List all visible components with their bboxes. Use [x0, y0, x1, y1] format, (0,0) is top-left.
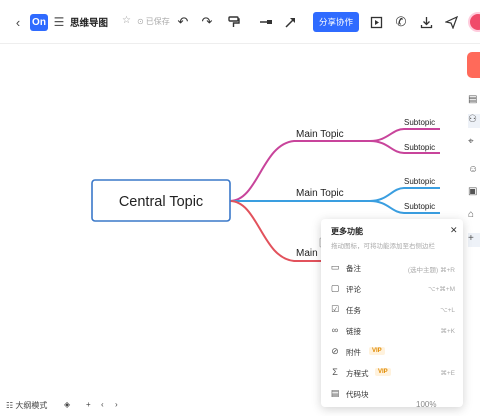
chevron-right-icon[interactable]: ›	[115, 400, 118, 409]
panel-subtitle: 拖动图标，可将功能添加至右侧边栏	[331, 243, 435, 250]
ai-assistant-icon[interactable]	[467, 52, 480, 78]
panel-item-label: 任务	[346, 306, 361, 315]
menu-icon[interactable]: ☰	[52, 14, 66, 30]
main-topic-3[interactable]: Main	[296, 248, 318, 259]
tag-icon[interactable]: ⌂	[468, 209, 480, 223]
panel-item-label: 链接	[346, 327, 361, 336]
document-title[interactable]: 思维导图	[70, 15, 108, 29]
outline-mode-label: 大纲模式	[15, 401, 48, 410]
subtopic-1[interactable]: Subtopic	[404, 118, 435, 127]
attachment-icon: ⊘	[331, 346, 339, 356]
share-collaborate-button[interactable]: 分享协作	[313, 12, 359, 32]
add-icon[interactable]: +	[86, 400, 91, 409]
panel-item-shortcut: ⌘+E	[440, 370, 455, 377]
emoji-icon[interactable]: ☺	[468, 164, 480, 178]
central-topic-text: Central Topic	[119, 194, 203, 210]
favorite-star-icon[interactable]: ☆	[122, 15, 131, 26]
panel-item-label: 方程式	[346, 369, 369, 378]
phone-call-icon[interactable]: ✆	[392, 13, 410, 31]
app-logo[interactable]: On	[30, 14, 48, 31]
save-status: ⊙ 已保存	[137, 16, 170, 27]
style-icon[interactable]: ▤	[468, 94, 480, 108]
main-topic-2[interactable]: Main Topic	[296, 188, 344, 199]
top-toolbar: ‹ On ☰ 思维导图 ☆ ⊙ 已保存 ↶ ↷ 分享协作 ✆	[0, 0, 480, 44]
cloud-check-icon: ⊙	[137, 17, 144, 26]
sub-connector-2a	[369, 187, 440, 202]
right-sidebar: ▤ ⚇ ⌖ ☺ ▣ ⌂ +	[467, 52, 480, 292]
format-painter-icon[interactable]	[224, 13, 242, 31]
main-topic-1[interactable]: Main Topic	[296, 129, 344, 140]
panel-title: 更多功能	[331, 227, 363, 236]
panel-item-shortcut: ⌥+L	[440, 307, 455, 314]
insert-topic-icon[interactable]	[257, 13, 275, 31]
save-status-text: 已保存	[145, 17, 170, 26]
more-functions-panel: 更多功能 拖动图标，可将功能添加至右侧边栏 ✕ ▭ 备注 (选中主题) ⌘+R …	[321, 219, 463, 407]
download-icon[interactable]	[417, 13, 435, 31]
panel-item-comment[interactable]: ▢ 评论 ⌥+⌘+M	[327, 281, 459, 299]
format-icon[interactable]: ⌖	[468, 136, 480, 150]
vip-badge: VIP	[375, 368, 391, 376]
task-icon: ☑	[330, 304, 340, 314]
panel-item-label: 附件	[346, 348, 361, 357]
panel-item-formula[interactable]: Σ 方程式 VIP ⌘+E	[327, 365, 459, 383]
redo-icon[interactable]: ↷	[198, 13, 216, 31]
present-icon[interactable]	[367, 13, 385, 31]
relationship-arrow-icon[interactable]	[281, 13, 299, 31]
back-button[interactable]: ‹	[10, 14, 26, 30]
structure-icon[interactable]: ⚇	[468, 114, 480, 128]
panel-item-note[interactable]: ▭ 备注 (选中主题) ⌘+R	[327, 260, 459, 278]
close-icon[interactable]: ✕	[450, 225, 458, 236]
comment-icon: ▢	[330, 283, 340, 293]
panel-item-link[interactable]: ∞ 链接 ⌘+K	[327, 323, 459, 341]
panel-item-shortcut: ⌥+⌘+M	[428, 286, 455, 293]
subtopic-3[interactable]: Subtopic	[404, 177, 435, 186]
outline-mode-button[interactable]: ☷ 大纲模式	[6, 400, 47, 411]
vip-badge: VIP	[369, 347, 385, 355]
user-avatar[interactable]	[468, 12, 480, 32]
zoom-level[interactable]: 100%	[416, 400, 436, 409]
panel-item-shortcut: (选中主题) ⌘+R	[407, 267, 455, 274]
link-icon: ∞	[331, 325, 339, 335]
layers-icon[interactable]: ◈	[64, 400, 70, 409]
outline-icon: ☷	[6, 401, 14, 410]
bottom-bar: ☷ 大纲模式 ◈ + ‹ › 100%	[0, 396, 480, 416]
send-icon[interactable]	[442, 13, 460, 31]
chevron-left-icon[interactable]: ‹	[101, 400, 104, 409]
undo-icon[interactable]: ↶	[174, 13, 192, 31]
panel-item-label: 备注	[346, 264, 361, 273]
formula-icon: Σ	[332, 367, 338, 377]
panel-item-shortcut: ⌘+K	[440, 328, 455, 335]
sub-connector-1a	[369, 128, 440, 142]
note-icon: ▭	[330, 262, 340, 272]
panel-item-attachment[interactable]: ⊘ 附件 VIP	[327, 344, 459, 362]
subtopic-2[interactable]: Subtopic	[404, 143, 435, 152]
more-functions-icon[interactable]: +	[468, 233, 480, 247]
subtopic-4[interactable]: Subtopic	[404, 202, 435, 211]
image-icon[interactable]: ▣	[468, 186, 480, 200]
panel-item-task[interactable]: ☑ 任务 ⌥+L	[327, 302, 459, 320]
panel-item-label: 评论	[346, 285, 361, 294]
